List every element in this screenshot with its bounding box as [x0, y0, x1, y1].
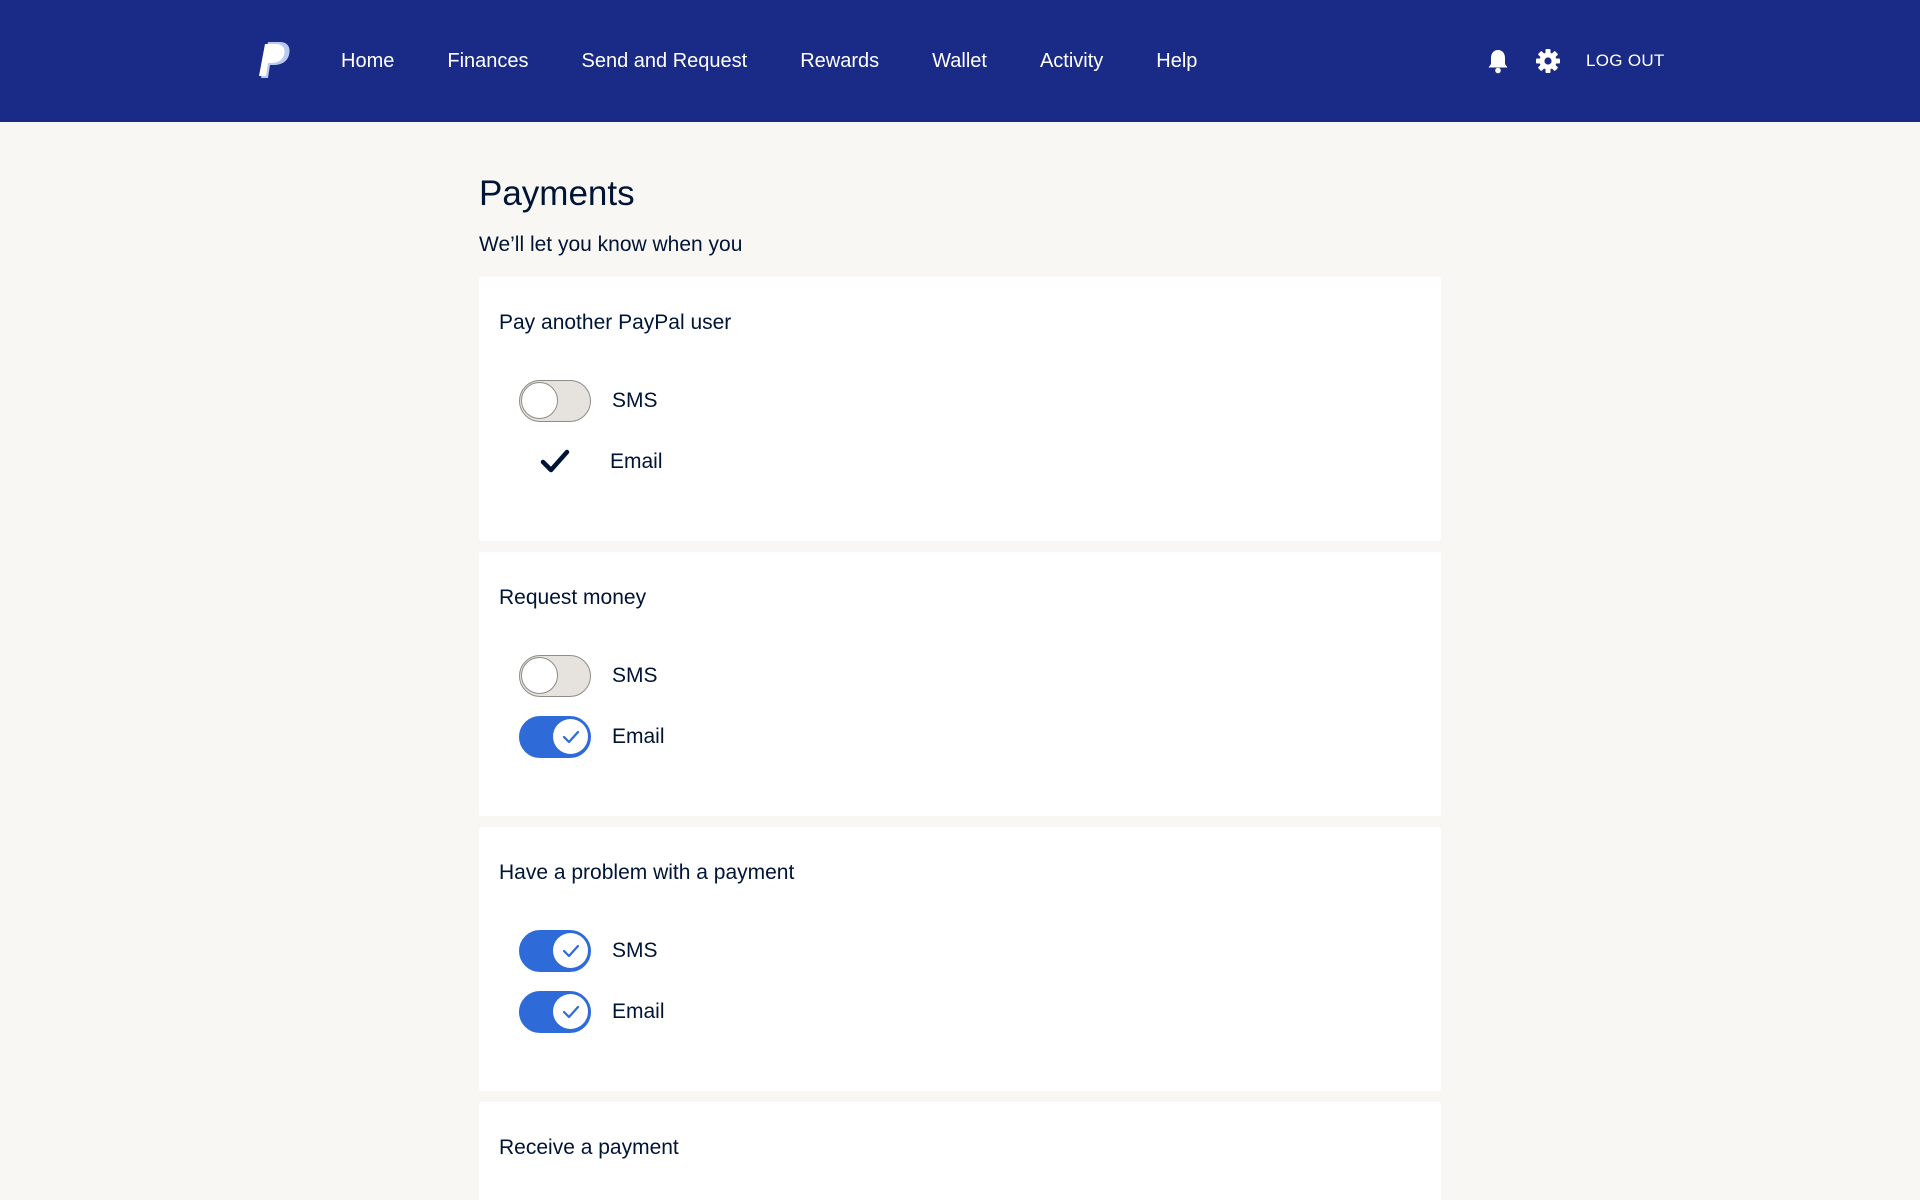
gear-icon[interactable]	[1532, 45, 1564, 77]
page-title: Payments	[479, 174, 635, 213]
nav-link-wallet[interactable]: Wallet	[932, 50, 987, 73]
logout-link[interactable]: LOG OUT	[1586, 51, 1665, 71]
option-label: SMS	[612, 389, 658, 412]
option-row-email: Email	[519, 441, 663, 483]
nav-link-home[interactable]: Home	[341, 50, 394, 73]
top-navigation-bar: Home Finances Send and Request Rewards W…	[0, 0, 1920, 122]
option-label: Email	[610, 450, 663, 473]
paypal-logo-icon[interactable]	[258, 40, 292, 82]
check-icon	[562, 730, 579, 743]
section-title: Receive a payment	[499, 1136, 679, 1159]
section-request-money: Request money SMS Email	[479, 552, 1441, 816]
section-title: Pay another PayPal user	[499, 311, 732, 334]
option-label: Email	[612, 725, 665, 748]
check-icon	[562, 1005, 579, 1018]
nav-link-finances[interactable]: Finances	[447, 50, 528, 73]
section-title: Request money	[499, 586, 647, 609]
bell-icon[interactable]	[1482, 45, 1514, 77]
section-pay-another-user: Pay another PayPal user SMS Email	[479, 277, 1441, 541]
toggle-knob	[553, 994, 588, 1029]
nav-actions: LOG OUT	[1482, 0, 1665, 122]
toggle-knob	[553, 719, 588, 754]
email-toggle[interactable]	[519, 991, 591, 1033]
option-row-sms: SMS	[519, 930, 658, 972]
option-label: SMS	[612, 664, 658, 687]
option-row-email: Email	[519, 716, 665, 758]
email-toggle[interactable]	[519, 716, 591, 758]
nav-link-help[interactable]: Help	[1156, 50, 1197, 73]
sms-toggle[interactable]	[519, 380, 591, 422]
toggle-knob	[521, 382, 558, 419]
option-row-sms: SMS	[519, 380, 658, 422]
option-label: SMS	[612, 939, 658, 962]
sms-toggle[interactable]	[519, 930, 591, 972]
section-title: Have a problem with a payment	[499, 861, 795, 884]
notification-settings-content: Payments We’ll let you know when you Pay…	[479, 122, 1441, 1200]
nav-link-rewards[interactable]: Rewards	[800, 50, 879, 73]
check-icon	[562, 944, 579, 957]
option-label: Email	[612, 1000, 665, 1023]
toggle-knob	[553, 933, 588, 968]
option-row-email: Email	[519, 991, 665, 1033]
section-receive-payment: Receive a payment	[479, 1102, 1441, 1200]
option-row-sms: SMS	[519, 655, 658, 697]
page-subtitle: We’ll let you know when you	[479, 233, 743, 256]
checkmark-icon	[519, 441, 591, 483]
nav-link-send-and-request[interactable]: Send and Request	[582, 50, 748, 73]
nav-link-activity[interactable]: Activity	[1040, 50, 1103, 73]
section-payment-problem: Have a problem with a payment SMS Email	[479, 827, 1441, 1091]
notification-sections: Pay another PayPal user SMS Email Reques…	[479, 277, 1441, 1200]
sms-toggle[interactable]	[519, 655, 591, 697]
main-nav: Home Finances Send and Request Rewards W…	[341, 0, 1250, 122]
toggle-knob	[521, 657, 558, 694]
